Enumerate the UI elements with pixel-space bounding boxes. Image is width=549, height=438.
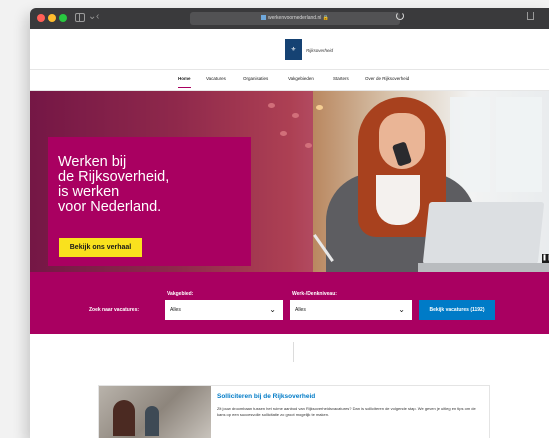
card-title[interactable]: Solliciteren bij de Rijksoverheid xyxy=(217,393,315,400)
chevron-down-icon: ⌄ xyxy=(398,305,405,314)
browser-toolbar: ⌄ ‹ werkenvoornederland.nl 🔒 xyxy=(30,8,549,30)
lock-icon: 🔒 xyxy=(322,15,329,21)
hero-title: Werken bij de Rijksoverheid, is werken v… xyxy=(58,154,170,215)
site-header: ⚜ Rijksoverheid xyxy=(30,29,549,69)
nav-item-vacatures[interactable]: Vacatures xyxy=(206,76,226,81)
logo-text: Rijksoverheid xyxy=(306,48,334,53)
browser-window: ⌄ ‹ werkenvoornederland.nl 🔒 ⚜ Rijksover… xyxy=(30,8,549,438)
search-label: Zoek naar vacatures: xyxy=(89,307,140,313)
close-window-button[interactable] xyxy=(37,14,45,22)
address-bar[interactable]: werkenvoornederland.nl 🔒 xyxy=(190,12,400,25)
minimize-window-button[interactable] xyxy=(48,14,56,22)
nav-item-home[interactable]: Home xyxy=(178,76,191,88)
reload-icon[interactable] xyxy=(396,12,404,20)
favicon-icon xyxy=(261,15,266,21)
back-arrow-icon[interactable]: ‹ xyxy=(96,11,99,23)
nav-item-vakgebieden[interactable]: Vakgebieden xyxy=(288,76,314,81)
werk-denkniveau-select[interactable]: Alles ⌄ xyxy=(290,300,412,320)
vakgebied-label: Vakgebied: xyxy=(167,291,194,297)
hero-banner: Werken bij de Rijksoverheid, is werken v… xyxy=(30,91,549,272)
bekijk-vacatures-button[interactable]: Bekijk vacatures (1192) xyxy=(419,300,495,320)
solliciteren-card[interactable]: Solliciteren bij de Rijksoverheid Zit jo… xyxy=(98,385,490,438)
zoom-window-button[interactable] xyxy=(59,14,67,22)
share-icon[interactable] xyxy=(527,12,534,20)
pause-icon[interactable]: ❚❚ xyxy=(542,254,549,263)
card-photo xyxy=(99,386,211,438)
rijksoverheid-logo-icon[interactable]: ⚜ xyxy=(285,39,302,60)
card-text: Zit jouw droombaan tussen het ruime aanb… xyxy=(217,406,476,417)
werk-denkniveau-label: Werk-/Denkniveau: xyxy=(292,291,337,297)
nav-item-starters[interactable]: Starters xyxy=(333,76,349,81)
nav-item-organisaties[interactable]: Organisaties xyxy=(243,76,268,81)
sidebar-toggle-icon[interactable] xyxy=(75,13,85,22)
chevron-down-icon: ⌄ xyxy=(269,305,276,314)
bekijk-ons-verhaal-button[interactable]: Bekijk ons verhaal xyxy=(59,238,142,257)
main-navigation: Home Vacatures Organisaties Vakgebieden … xyxy=(30,69,549,91)
nav-item-over-de-rijksoverheid[interactable]: Over de Rijksoverheid xyxy=(365,76,409,81)
vakgebied-select[interactable]: Alles ⌄ xyxy=(165,300,283,320)
url-text: werkenvoornederland.nl xyxy=(268,15,322,21)
